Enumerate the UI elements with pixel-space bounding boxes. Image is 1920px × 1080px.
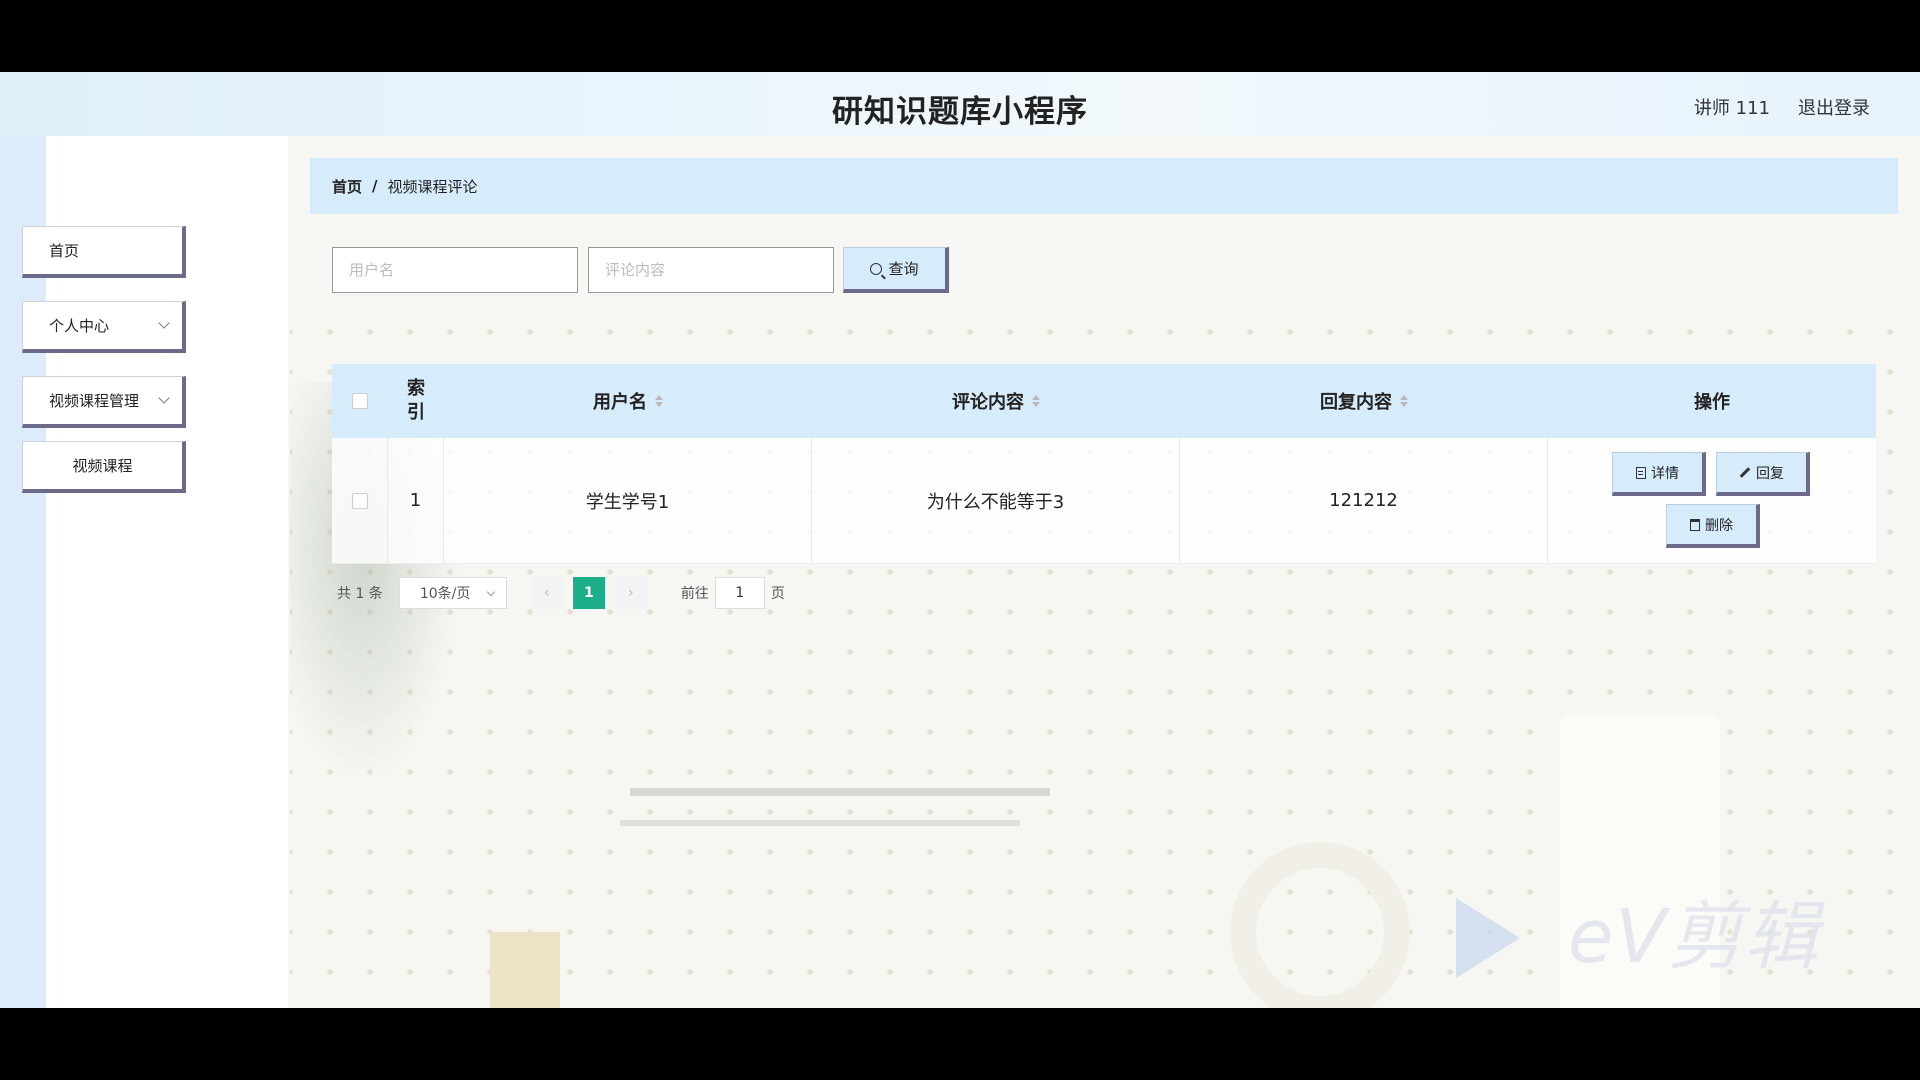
row-actions: 详情 回复 删除 bbox=[1548, 438, 1876, 563]
app-title: 研知识题库小程序 bbox=[832, 94, 1088, 130]
table-row: 1 学生学号1 为什么不能等于3 121212 详情 回复 删除 bbox=[332, 438, 1876, 564]
watermark-play-icon bbox=[1456, 898, 1520, 978]
column-header-reply-sortable[interactable]: 回复内容 bbox=[1180, 388, 1548, 414]
row-index: 1 bbox=[388, 438, 444, 563]
chevron-down-icon bbox=[486, 587, 496, 597]
sort-icon[interactable] bbox=[1400, 395, 1408, 407]
page-number-button[interactable]: 1 bbox=[572, 577, 605, 609]
reply-button[interactable]: 回复 bbox=[1716, 452, 1810, 496]
comment-search-input[interactable] bbox=[588, 247, 834, 293]
sidebar-item-home[interactable]: 首页 bbox=[22, 226, 186, 278]
page-suffix: 页 bbox=[770, 586, 785, 602]
comments-table: 索引 用户名 评论内容 回复内容 操作 1 学生学号1 为什么不能等于3 121… bbox=[332, 364, 1876, 564]
breadcrumb-home[interactable]: 首页 bbox=[332, 176, 362, 197]
goto-page-input[interactable] bbox=[714, 577, 765, 609]
column-header-username: 用户名 bbox=[593, 392, 647, 413]
username-search-input[interactable] bbox=[332, 247, 578, 293]
page-size-value: 10条/页 bbox=[419, 586, 471, 602]
detail-button[interactable]: 详情 bbox=[1612, 452, 1706, 496]
breadcrumb-separator: / bbox=[372, 177, 378, 195]
column-header-comment: 评论内容 bbox=[952, 392, 1024, 413]
next-page-button[interactable]: › bbox=[614, 577, 647, 609]
edit-icon bbox=[1739, 467, 1751, 478]
goto-label: 前往 bbox=[680, 586, 709, 602]
sidebar: 首页 个人中心 视频课程管理 视频课程 bbox=[22, 136, 288, 1008]
top-bar: 研知识题库小程序 讲师 111 退出登录 bbox=[0, 72, 1920, 136]
chevron-down-icon bbox=[158, 317, 170, 329]
watermark: eV剪辑 bbox=[1567, 894, 1820, 980]
breadcrumb: 首页 / 视频课程评论 bbox=[310, 158, 1898, 214]
delete-button[interactable]: 删除 bbox=[1666, 504, 1760, 548]
search-button[interactable]: 查询 bbox=[843, 247, 949, 293]
chevron-right-icon: › bbox=[628, 585, 634, 601]
sidebar-item-label: 视频课程管理 bbox=[49, 392, 140, 410]
search-button-label: 查询 bbox=[888, 260, 919, 278]
sort-icon[interactable] bbox=[655, 395, 663, 407]
pagination: 共 1 条 10条/页 ‹ 1 › 前往 页 bbox=[337, 577, 785, 609]
detail-button-label: 详情 bbox=[1651, 465, 1679, 482]
page-size-select[interactable]: 10条/页 bbox=[398, 577, 507, 609]
sidebar-item-video-course-management[interactable]: 视频课程管理 bbox=[22, 376, 186, 428]
column-header-actions: 操作 bbox=[1694, 392, 1730, 413]
app-window: eV剪辑 研知识题库小程序 讲师 111 退出登录 首页 个人中心 视频课程管理… bbox=[0, 72, 1920, 1008]
document-icon bbox=[1636, 466, 1646, 479]
column-header-index: 索引 bbox=[407, 378, 425, 423]
column-header-username-sortable[interactable]: 用户名 bbox=[444, 388, 812, 414]
row-comment: 为什么不能等于3 bbox=[812, 438, 1180, 563]
logout-link[interactable]: 退出登录 bbox=[1798, 94, 1870, 120]
row-checkbox[interactable] bbox=[351, 492, 368, 509]
column-header-comment-sortable[interactable]: 评论内容 bbox=[812, 388, 1180, 414]
sidebar-item-personal-center[interactable]: 个人中心 bbox=[22, 301, 186, 353]
prev-page-button[interactable]: ‹ bbox=[530, 577, 563, 609]
user-name: 讲师 111 bbox=[1693, 98, 1770, 119]
sidebar-item-label: 视频课程 bbox=[72, 457, 133, 475]
trash-icon bbox=[1690, 518, 1700, 531]
search-icon bbox=[870, 262, 883, 275]
delete-button-label: 删除 bbox=[1705, 517, 1733, 534]
column-header-reply: 回复内容 bbox=[1320, 392, 1392, 413]
sidebar-item-label: 个人中心 bbox=[49, 317, 110, 335]
row-reply: 121212 bbox=[1180, 438, 1548, 563]
breadcrumb-current: 视频课程评论 bbox=[387, 177, 478, 196]
select-all-checkbox[interactable] bbox=[352, 393, 368, 409]
reply-button-label: 回复 bbox=[1756, 465, 1784, 482]
sidebar-item-label: 首页 bbox=[49, 242, 80, 260]
sidebar-item-video-course[interactable]: 视频课程 bbox=[22, 441, 186, 493]
sort-icon[interactable] bbox=[1032, 395, 1040, 407]
pagination-total: 共 1 条 bbox=[337, 586, 383, 602]
chevron-down-icon bbox=[158, 392, 170, 404]
row-username: 学生学号1 bbox=[444, 438, 812, 563]
chevron-left-icon: ‹ bbox=[544, 585, 550, 601]
table-header: 索引 用户名 评论内容 回复内容 操作 bbox=[332, 364, 1876, 438]
